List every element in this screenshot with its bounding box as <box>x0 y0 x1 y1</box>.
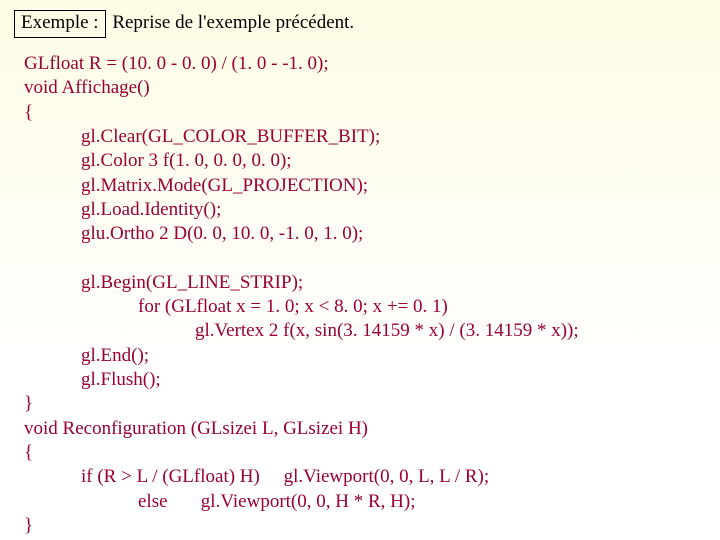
code-line: if (R > L / (GLfloat) H) gl.Viewport(0, … <box>24 466 489 487</box>
slide: Exemple : Reprise de l'exemple précédent… <box>0 0 720 540</box>
code-line: gl.End(); <box>24 345 149 366</box>
code-block: GLfloat R = (10. 0 - 0. 0) / (1. 0 - -1.… <box>14 52 706 538</box>
code-line: gl.Load.Identity(); <box>24 199 221 220</box>
code-line: gl.Vertex 2 f(x, sin(3. 14159 * x) / (3.… <box>24 320 579 341</box>
code-line: gl.Begin(GL_LINE_STRIP); <box>24 272 303 293</box>
code-line: } <box>24 393 33 414</box>
example-title: Reprise de l'exemple précédent. <box>112 12 354 33</box>
code-line: gl.Matrix.Mode(GL_PROJECTION); <box>24 175 368 196</box>
code-line: void Reconfiguration (GLsizei L, GLsizei… <box>24 418 368 439</box>
code-line: gl.Clear(GL_COLOR_BUFFER_BIT); <box>24 126 380 147</box>
code-line: else gl.Viewport(0, 0, H * R, H); <box>24 491 416 512</box>
code-line: { <box>24 442 33 463</box>
code-line: gl.Flush(); <box>24 369 161 390</box>
example-label-box: Exemple : <box>14 10 106 38</box>
code-line: gl.Color 3 f(1. 0, 0. 0, 0. 0); <box>24 150 292 171</box>
code-line: void Affichage() <box>24 77 150 98</box>
code-line: } <box>24 515 33 536</box>
code-line: GLfloat R = (10. 0 - 0. 0) / (1. 0 - -1.… <box>24 53 329 74</box>
code-line: { <box>24 102 33 123</box>
header-row: Exemple : Reprise de l'exemple précédent… <box>14 10 706 38</box>
code-line: for (GLfloat x = 1. 0; x < 8. 0; x += 0.… <box>24 296 448 317</box>
code-line: glu.Ortho 2 D(0. 0, 10. 0, -1. 0, 1. 0); <box>24 223 363 244</box>
